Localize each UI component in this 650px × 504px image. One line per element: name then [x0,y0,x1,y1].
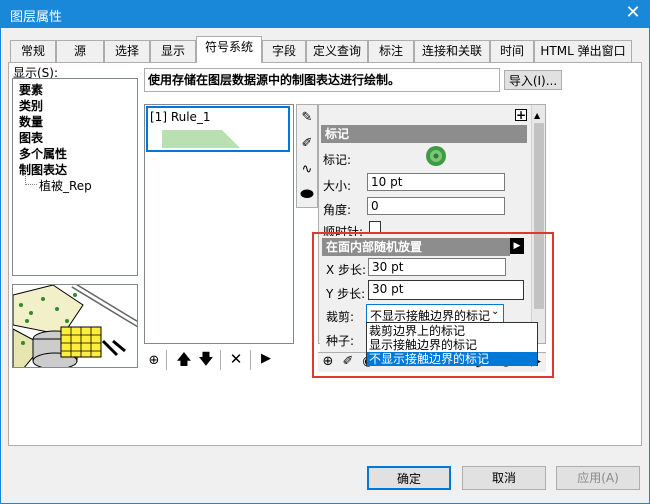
rule-item[interactable]: [1] Rule_1 [146,106,290,152]
move-up-icon[interactable]: 🡅 [176,350,192,368]
chevron-down-icon: ⌄ [491,306,500,317]
marker-symbol-icon[interactable] [425,145,447,167]
add-rule-icon[interactable]: ⊕ [146,352,162,370]
clip-option[interactable]: 裁剪边界上的标记 [367,324,537,338]
placement-section-header: 在面内部随机放置 [322,238,510,256]
clip-label: 裁剪: [326,310,355,324]
y-step-label: Y 步长: [326,287,366,301]
apply-button[interactable]: 应用(A) [556,466,640,490]
tab-10[interactable]: HTML 弹出窗口 [534,40,632,62]
renderer-preview [12,284,138,368]
window-title: 图层属性 [10,10,63,25]
add-layer-icon[interactable]: ⊕ [320,353,336,371]
renderer-tree: 要素 类别 数量 图表 多个属性 制图表达 植被_Rep [12,78,138,276]
tree-item[interactable]: 要素 [19,81,43,98]
rule-label: [1] Rule_1 [150,110,211,124]
tab-9[interactable]: 时间 [490,40,534,62]
delete-rule-icon[interactable]: ✕ [228,350,244,368]
tree-item[interactable]: 类别 [19,97,43,114]
description-text: 使用存储在图层数据源中的制图表达进行绘制。 [144,68,500,92]
separator [220,350,221,370]
line-tool-icon[interactable]: ∿ [299,161,315,179]
clip-dropdown[interactable]: 不显示接触边界的标记 ⌄ [366,304,504,324]
ok-button[interactable]: 确定 [367,466,451,490]
clip-option[interactable]: 显示接触边界的标记 [367,338,537,352]
move-down-icon[interactable]: 🡇 [198,350,214,368]
tree-item[interactable]: 多个属性 [19,145,67,162]
expand-icon[interactable]: + [515,109,527,121]
tree-connector [25,184,37,185]
size-input[interactable]: 10 pt [367,173,505,191]
rule-swatch-icon [162,130,240,148]
separator [250,350,251,370]
placement-menu-icon[interactable]: ▶ [510,238,524,254]
tree-subitem-vegetation-rep[interactable]: 植被_Rep [39,177,92,194]
tab-7[interactable]: 标注 [368,40,414,62]
y-step-input[interactable]: 30 pt [368,280,524,300]
marker-tool-icon[interactable]: ✐ [299,135,315,153]
tab-0[interactable]: 常规 [10,40,56,62]
x-step-label: X 步长: [326,263,367,277]
tree-connector [25,165,26,185]
size-label: 大小: [323,179,352,193]
angle-input[interactable]: 0 [367,197,505,215]
clip-option[interactable]: 不显示接触边界的标记 [367,352,537,366]
marker-label: 标记: [323,153,352,167]
tree-item[interactable]: 图表 [19,129,43,146]
angle-label: 角度: [323,203,352,217]
cancel-button[interactable]: 取消 [462,466,546,490]
tab-4[interactable]: 符号系统 [196,36,262,63]
separator [166,350,167,370]
x-step-input[interactable]: 30 pt [368,258,506,276]
play-icon[interactable]: ▶ [258,350,274,368]
marker-pin-icon[interactable]: ✐ [340,353,356,371]
tab-8[interactable]: 连接和关联 [414,40,490,62]
tab-5[interactable]: 字段 [262,40,306,62]
marker-section-header: 标记 [321,125,527,143]
tab-2[interactable]: 选择 [104,40,150,62]
tab-6[interactable]: 定义查询 [306,40,368,62]
preview-map-icon [13,285,137,367]
tab-1[interactable]: 源 [56,40,104,62]
rules-list: [1] Rule_1 [144,104,294,344]
close-icon[interactable]: ✕ [622,2,644,24]
tree-item[interactable]: 数量 [19,113,43,130]
import-button[interactable]: 导入(I)... [504,70,562,90]
tree-item[interactable]: 制图表达 [19,161,67,178]
scroll-up-icon[interactable]: ▲ [534,111,540,120]
seed-label: 种子: [326,334,355,348]
title-bar: 图层属性 ✕ [0,0,650,28]
clip-dropdown-list: 裁剪边界上的标记 显示接触边界的标记 不显示接触边界的标记 [366,322,538,366]
tab-3[interactable]: 显示 [150,40,196,62]
stroke-tool-icon[interactable]: ✎ [299,109,315,127]
fill-tool-icon[interactable]: ⬬ [299,185,315,203]
layer-type-toolbar: ✎ ✐ ∿ ⬬ [296,104,318,208]
